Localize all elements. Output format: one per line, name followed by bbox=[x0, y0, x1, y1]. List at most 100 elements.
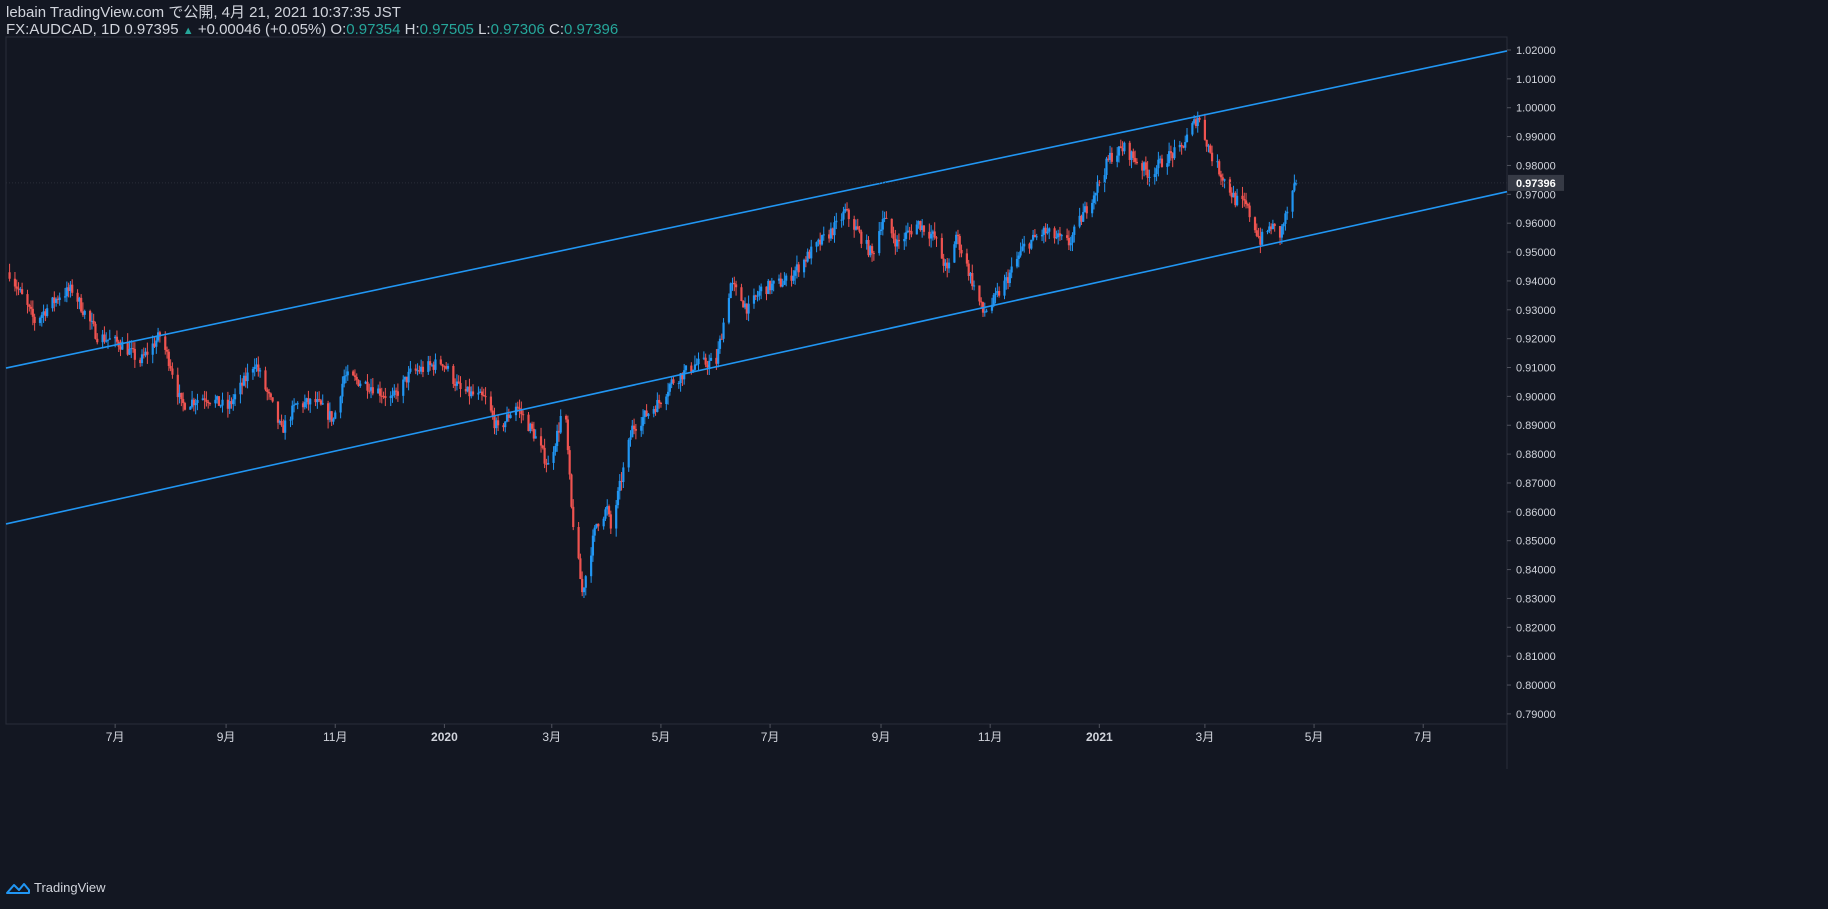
candle-down bbox=[1248, 205, 1251, 218]
x-tick-label: 7月 bbox=[106, 730, 125, 744]
candle-down bbox=[541, 445, 544, 448]
candle-down bbox=[958, 236, 961, 250]
candle-down bbox=[207, 401, 210, 404]
candle-down bbox=[482, 394, 485, 397]
price-chart[interactable]: 0.79000 0.80000 0.81000 0.82000 0.83000 0.840… bbox=[0, 0, 1828, 909]
candle-up bbox=[289, 419, 292, 421]
candle-up bbox=[1003, 280, 1006, 296]
y-tick-label: 0.95000 bbox=[1516, 247, 1556, 259]
candle-up bbox=[695, 364, 698, 366]
candle-down bbox=[182, 399, 185, 404]
candle-down bbox=[890, 218, 893, 234]
y-tick-label: 0.81000 bbox=[1516, 651, 1556, 663]
y-tick-label: 0.90000 bbox=[1516, 391, 1556, 403]
y-tick-label: 0.85000 bbox=[1516, 536, 1556, 548]
candle-up bbox=[693, 364, 697, 370]
candle-down bbox=[516, 406, 519, 408]
candle-up bbox=[802, 259, 806, 273]
candle-up bbox=[389, 395, 392, 399]
candle-up bbox=[58, 297, 61, 301]
candle-up bbox=[128, 348, 131, 355]
candle-up bbox=[232, 399, 235, 405]
candle-up bbox=[1123, 142, 1126, 152]
channel-line-lower bbox=[5, 190, 1508, 525]
candle-up bbox=[640, 425, 643, 431]
x-tick-label: 7月 bbox=[1414, 730, 1433, 744]
candle-down bbox=[1058, 233, 1062, 236]
brand-label[interactable]: TradingView bbox=[34, 880, 106, 895]
candle-up bbox=[1236, 195, 1239, 206]
candle-up bbox=[590, 555, 593, 577]
candle-up bbox=[1155, 168, 1158, 175]
candle-up bbox=[214, 399, 217, 404]
y-tick-label: 0.83000 bbox=[1516, 593, 1556, 605]
candle-up bbox=[677, 383, 680, 385]
candle-down bbox=[577, 527, 580, 559]
candle-up bbox=[840, 219, 843, 221]
candle-up bbox=[1153, 174, 1156, 178]
candle-down bbox=[396, 391, 399, 396]
candle-up bbox=[219, 405, 222, 407]
candle-up bbox=[559, 416, 562, 433]
x-tick-label: 2020 bbox=[431, 730, 458, 744]
candle-down bbox=[998, 291, 1001, 296]
candle-up bbox=[684, 365, 688, 371]
candle-down bbox=[1053, 228, 1056, 239]
candle-up bbox=[1060, 235, 1063, 237]
candle-up bbox=[833, 222, 836, 236]
candle-up bbox=[1096, 181, 1099, 193]
candle-down bbox=[31, 308, 34, 317]
candle-down bbox=[428, 361, 432, 365]
candle-down bbox=[146, 351, 149, 355]
candle-up bbox=[1286, 211, 1289, 214]
candle-down bbox=[897, 239, 901, 242]
candle-down bbox=[378, 388, 382, 396]
candle-up bbox=[1103, 175, 1106, 183]
x-tick-label: 11月 bbox=[978, 730, 1002, 744]
candle-up bbox=[629, 437, 632, 440]
channel-line-upper bbox=[5, 50, 1508, 369]
y-tick-label: 0.89000 bbox=[1516, 420, 1556, 432]
candle-up bbox=[40, 314, 43, 318]
candle-down bbox=[133, 348, 136, 360]
candle-up bbox=[246, 372, 249, 382]
candle-down bbox=[203, 398, 206, 400]
candle-up bbox=[1019, 250, 1022, 256]
candle-down bbox=[165, 349, 169, 352]
candle-down bbox=[609, 514, 612, 529]
candle-up bbox=[341, 383, 344, 397]
candle-down bbox=[922, 225, 926, 232]
candle-down bbox=[1228, 179, 1232, 193]
candle-down bbox=[1210, 152, 1214, 162]
candle-down bbox=[1135, 161, 1139, 164]
x-tick-label: 2021 bbox=[1086, 730, 1113, 744]
y-tick-label: 0.96000 bbox=[1516, 218, 1556, 230]
candle-up bbox=[783, 280, 786, 285]
candle-down bbox=[1219, 174, 1223, 178]
tradingview-logo-icon bbox=[6, 882, 30, 894]
candle-down bbox=[885, 217, 888, 219]
candle-up bbox=[904, 232, 908, 239]
candle-up bbox=[534, 436, 537, 439]
candle-down bbox=[441, 364, 444, 367]
x-tick-label: 11月 bbox=[323, 730, 347, 744]
candle-down bbox=[734, 284, 738, 288]
x-tick-label: 3月 bbox=[1196, 730, 1215, 744]
x-tick-label: 9月 bbox=[872, 730, 891, 744]
candle-up bbox=[955, 234, 958, 245]
candle-up bbox=[1091, 202, 1094, 214]
candle-down bbox=[518, 407, 521, 410]
y-tick-label: 0.98000 bbox=[1516, 160, 1556, 172]
candle-up bbox=[820, 235, 824, 245]
candle-down bbox=[858, 229, 861, 232]
footer: TradingView bbox=[6, 880, 106, 895]
candle-up bbox=[718, 338, 722, 349]
candle-down bbox=[543, 447, 546, 464]
candle-down bbox=[21, 289, 24, 295]
candle-up bbox=[321, 403, 324, 405]
y-tick-label: 0.87000 bbox=[1516, 478, 1556, 490]
candle-up bbox=[647, 413, 650, 417]
candle-up bbox=[810, 246, 813, 259]
candle-down bbox=[579, 558, 582, 579]
candle-down bbox=[92, 320, 95, 324]
